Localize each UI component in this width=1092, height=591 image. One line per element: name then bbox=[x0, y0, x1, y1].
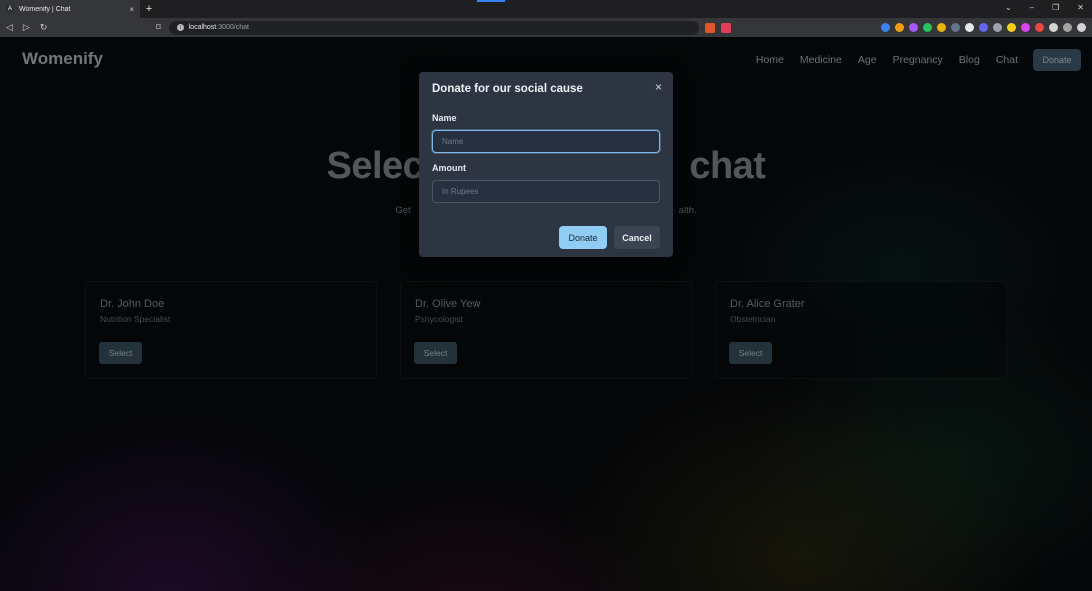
forward-icon[interactable]: ▷ bbox=[23, 22, 30, 33]
tab-search-icon[interactable]: ⌄ bbox=[1005, 3, 1012, 12]
extension-icon[interactable] bbox=[1007, 23, 1016, 32]
back-icon[interactable]: ◁ bbox=[6, 22, 13, 33]
amount-label: Amount bbox=[432, 163, 466, 173]
page: Womenify Home Medicine Age Pregnancy Blo… bbox=[0, 37, 1092, 591]
brave-rewards-icon[interactable] bbox=[720, 22, 731, 33]
nav-buttons: ◁ ▷ ↻ bbox=[6, 22, 156, 33]
extension-icon[interactable] bbox=[965, 23, 974, 32]
extension-icon[interactable] bbox=[993, 23, 1002, 32]
extension-icon[interactable] bbox=[951, 23, 960, 32]
url-text: localhost:3000/chat bbox=[189, 24, 249, 31]
minimize-icon[interactable]: – bbox=[1030, 3, 1034, 12]
sidebar-icon[interactable] bbox=[1063, 23, 1072, 32]
restore-icon[interactable]: ❐ bbox=[1052, 3, 1059, 12]
amount-input[interactable] bbox=[432, 180, 660, 203]
modal-title: Donate for our social cause bbox=[432, 83, 583, 95]
extension-icon[interactable] bbox=[881, 23, 890, 32]
tab-title: Womenify | Chat bbox=[19, 5, 71, 13]
bookmark-icon[interactable]: ⌑ bbox=[156, 22, 161, 33]
extension-icon[interactable] bbox=[1035, 23, 1044, 32]
browser-tab[interactable]: A Womenify | Chat × bbox=[0, 0, 140, 18]
donate-button[interactable]: Donate bbox=[559, 226, 607, 249]
brave-shield-icon[interactable] bbox=[704, 22, 715, 33]
extension-icon[interactable] bbox=[923, 23, 932, 32]
close-icon[interactable]: × bbox=[655, 80, 662, 94]
window-controls: ⌄ – ❐ ✕ bbox=[1005, 3, 1084, 12]
donate-modal: Donate for our social cause × Name Amoun… bbox=[419, 72, 673, 257]
extension-icon[interactable] bbox=[909, 23, 918, 32]
browser-tab-bar: A Womenify | Chat × + ⌄ – ❐ ✕ bbox=[0, 0, 1092, 18]
url-host: localhost bbox=[188, 24, 217, 31]
extension-icon[interactable] bbox=[937, 23, 946, 32]
extension-icon[interactable] bbox=[895, 23, 904, 32]
extension-icon[interactable] bbox=[1021, 23, 1030, 32]
url-path: :3000/chat bbox=[216, 24, 249, 31]
new-tab-button[interactable]: + bbox=[140, 3, 158, 15]
name-input[interactable] bbox=[432, 130, 660, 153]
reload-icon[interactable]: ↻ bbox=[40, 22, 48, 33]
close-window-icon[interactable]: ✕ bbox=[1077, 3, 1084, 12]
site-info-icon[interactable]: i bbox=[176, 24, 184, 31]
cancel-button[interactable]: Cancel bbox=[614, 226, 660, 249]
menu-icon[interactable] bbox=[1077, 23, 1086, 32]
tab-strip-indicator bbox=[477, 0, 505, 2]
tab-close-icon[interactable]: × bbox=[129, 5, 134, 14]
brave-icons bbox=[704, 22, 731, 33]
favicon-icon: A bbox=[6, 5, 14, 13]
browser-toolbar: ◁ ▷ ↻ ⌑ i localhost:3000/chat bbox=[0, 18, 1092, 37]
extension-icon[interactable] bbox=[979, 23, 988, 32]
address-bar[interactable]: i localhost:3000/chat bbox=[168, 20, 699, 35]
name-label: Name bbox=[432, 113, 457, 123]
puzzle-icon[interactable] bbox=[1049, 23, 1058, 32]
extensions-bar bbox=[881, 23, 1086, 32]
